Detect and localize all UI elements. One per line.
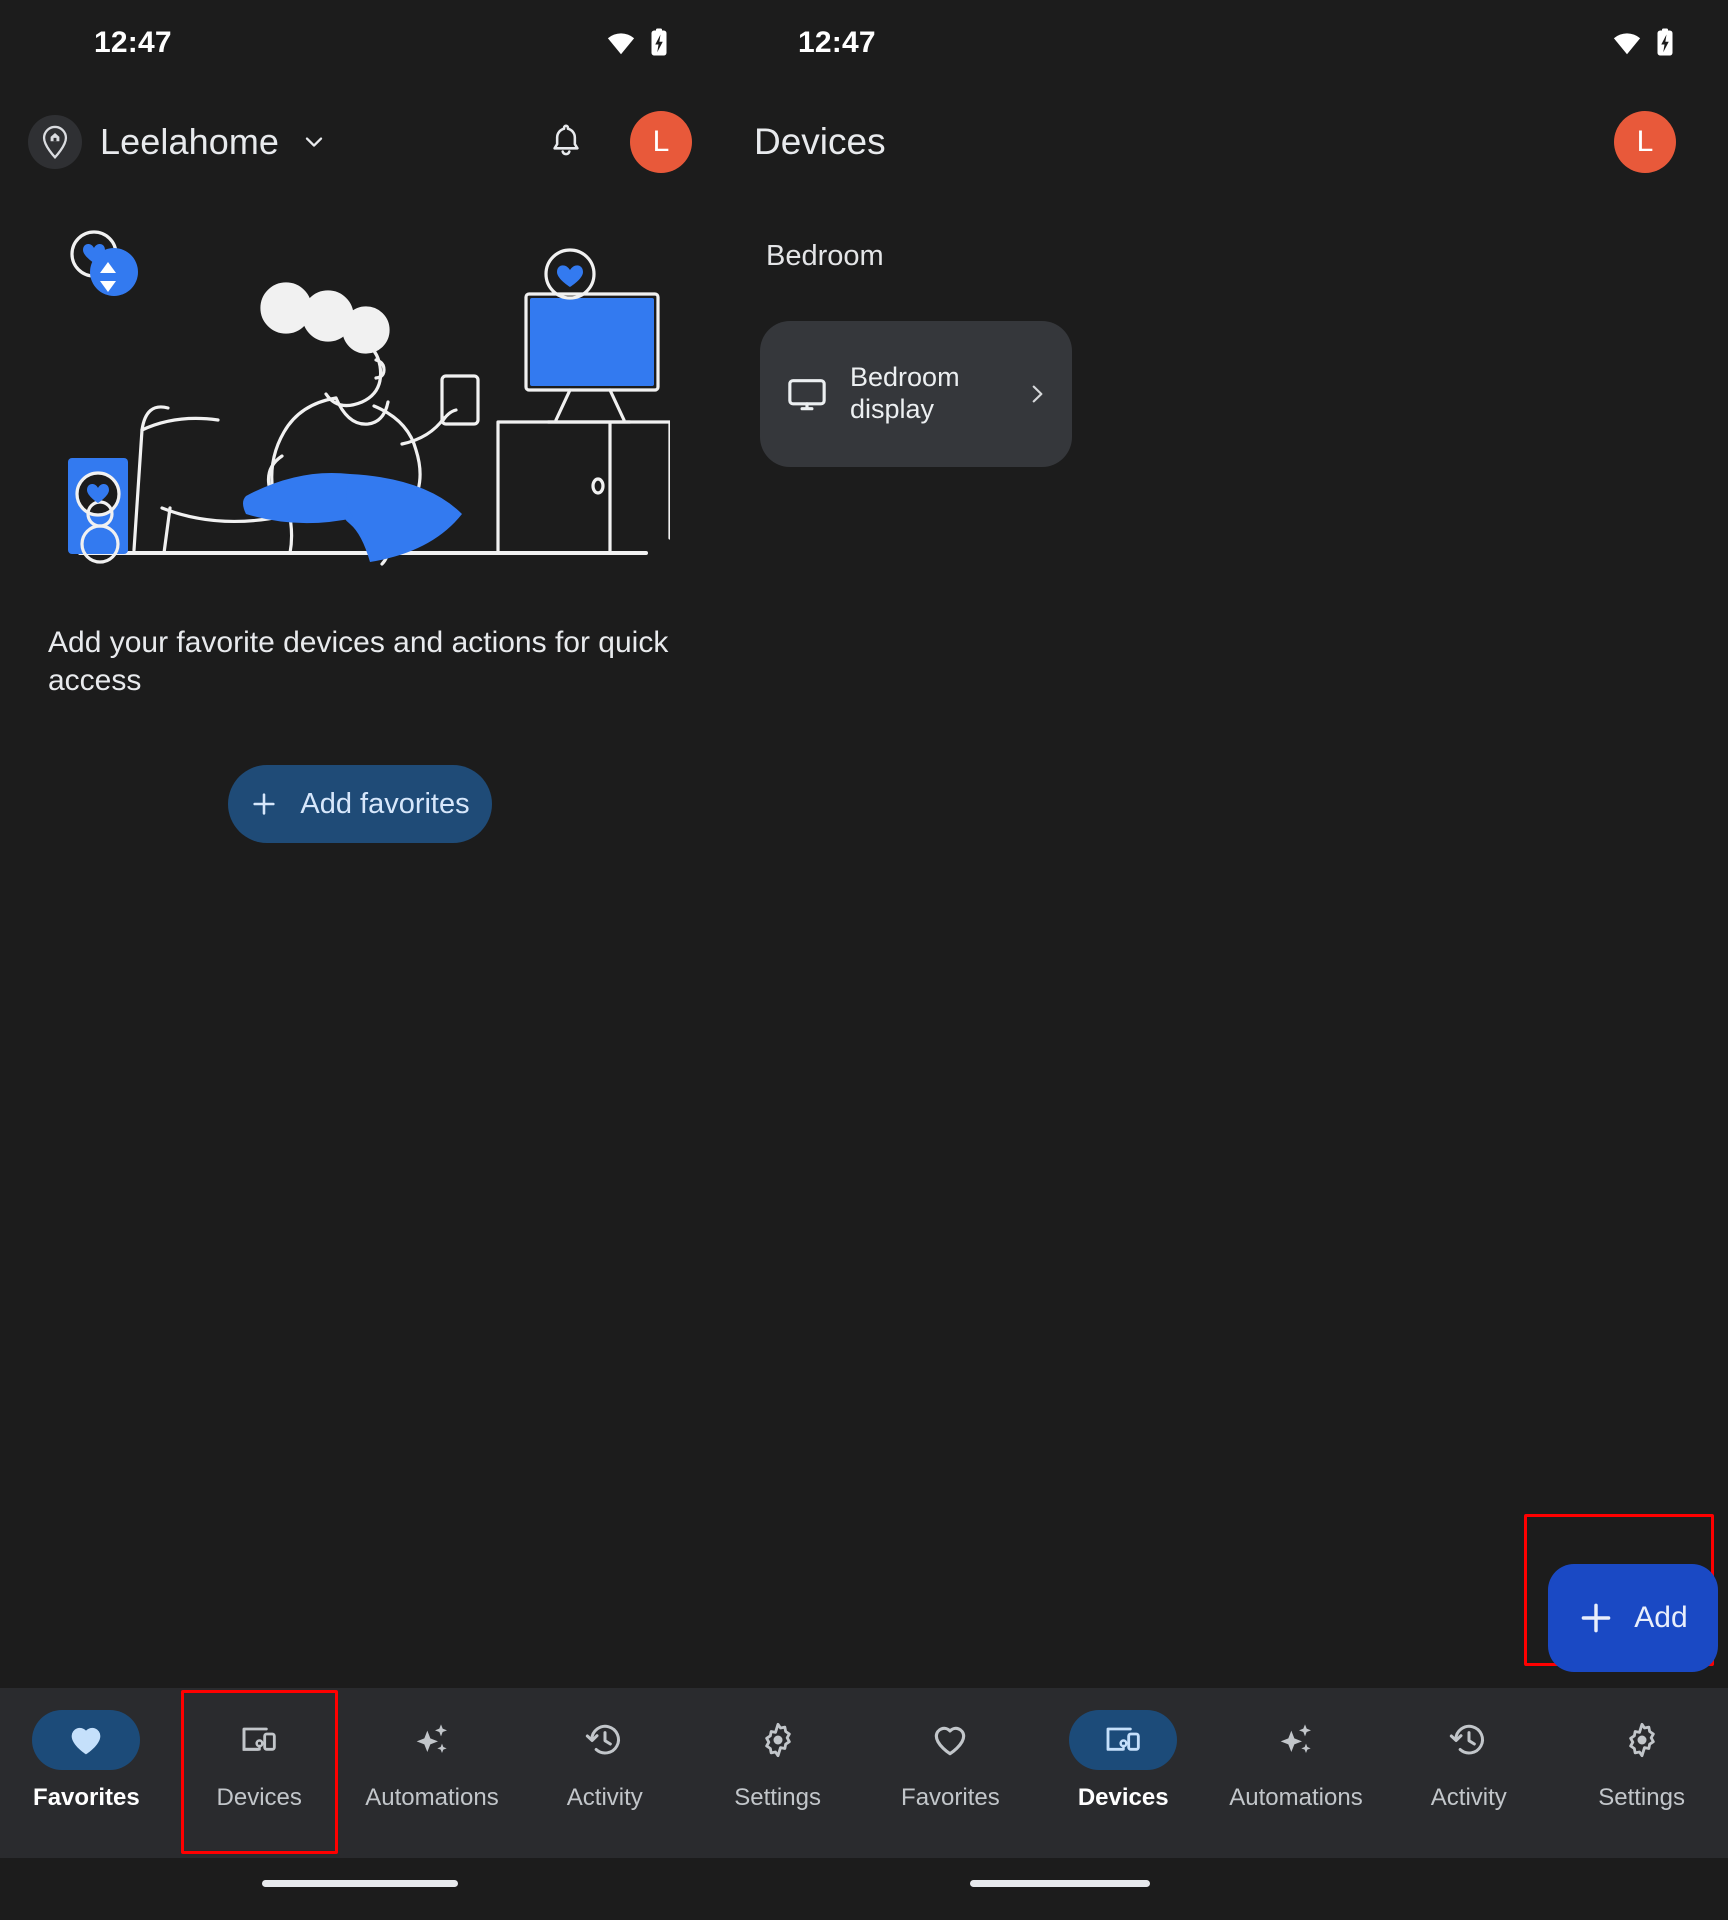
home-name-label: Leelahome bbox=[100, 121, 280, 162]
history-clock-icon bbox=[1449, 1724, 1484, 1755]
left-pane-favorites: Leelahome L Add your favorite devices an… bbox=[0, 86, 720, 1688]
avatar-initial: L bbox=[652, 125, 670, 158]
avatar[interactable]: L bbox=[1614, 111, 1676, 173]
nav-pill bbox=[205, 1710, 313, 1770]
avatar-initial: L bbox=[1636, 125, 1654, 158]
nav-label: Settings bbox=[1598, 1784, 1685, 1811]
left-app-bar: Leelahome L bbox=[0, 86, 720, 198]
nav-item-settings[interactable]: Settings bbox=[1555, 1688, 1728, 1858]
nav-item-automations[interactable]: Automations bbox=[1210, 1688, 1383, 1858]
nav-pill bbox=[378, 1710, 486, 1770]
nav-pill bbox=[896, 1710, 1004, 1770]
gesture-bar-area bbox=[0, 1858, 1728, 1920]
status-clock-right: 12:47 bbox=[798, 26, 876, 59]
add-favorites-label: Add favorites bbox=[300, 787, 470, 820]
status-clock-left: 12:47 bbox=[94, 26, 172, 59]
bottom-navigation: Favorites Devices Automations Activity S… bbox=[0, 1688, 1728, 1858]
home-selector[interactable]: Leelahome bbox=[28, 115, 327, 169]
battery-charging-icon bbox=[1657, 28, 1673, 56]
plus-icon bbox=[1581, 1603, 1611, 1633]
nav-item-favorites[interactable]: Favorites bbox=[0, 1688, 173, 1858]
nav-label: Automations bbox=[1229, 1784, 1363, 1811]
add-fab-button[interactable]: Add bbox=[1548, 1564, 1718, 1672]
nav-item-favorites[interactable]: Favorites bbox=[864, 1688, 1037, 1858]
nav-pill bbox=[724, 1710, 832, 1770]
nav-pill bbox=[1242, 1710, 1350, 1770]
add-fab-label: Add bbox=[1634, 1601, 1688, 1634]
nav-pill bbox=[32, 1710, 141, 1770]
nav-label: Automations bbox=[365, 1784, 499, 1811]
notification-bell-icon[interactable] bbox=[548, 122, 584, 162]
chevron-right-icon bbox=[1032, 385, 1043, 403]
nav-label: Favorites bbox=[901, 1784, 1000, 1811]
device-name: Bedroom display bbox=[850, 362, 960, 424]
sparkles-icon bbox=[1280, 1724, 1311, 1753]
nav-pill bbox=[1069, 1710, 1178, 1770]
chevron-down-icon[interactable] bbox=[301, 129, 327, 155]
avatar[interactable]: L bbox=[630, 111, 692, 173]
nav-pill bbox=[551, 1710, 659, 1770]
status-icons-left-pane bbox=[606, 28, 670, 58]
plus-icon bbox=[253, 793, 275, 815]
right-app-bar: Devices L bbox=[720, 86, 1728, 198]
favorites-empty-state: Add your favorite devices and actions fo… bbox=[0, 208, 720, 843]
devices-icon bbox=[242, 1727, 276, 1751]
nav-pill bbox=[1588, 1710, 1696, 1770]
wifi-icon bbox=[607, 33, 635, 55]
page-title: Devices bbox=[754, 121, 886, 162]
nav-label: Activity bbox=[566, 1784, 643, 1811]
bottom-nav-right: Favorites Devices Automations Activity S… bbox=[864, 1688, 1728, 1858]
heart-outline-icon bbox=[935, 1726, 966, 1756]
gear-icon bbox=[764, 1722, 791, 1758]
gesture-bar-right[interactable] bbox=[970, 1880, 1150, 1887]
nav-label: Devices bbox=[216, 1784, 302, 1811]
split-panes: Leelahome L Add your favorite devices an… bbox=[0, 86, 1728, 1688]
battery-charging-icon bbox=[651, 28, 667, 56]
nav-pill bbox=[1415, 1710, 1523, 1770]
nav-item-settings[interactable]: Settings bbox=[691, 1688, 864, 1858]
gesture-bar-left[interactable] bbox=[262, 1880, 458, 1887]
nav-item-activity[interactable]: Activity bbox=[1382, 1688, 1555, 1858]
device-card-bedroom-display[interactable]: Bedroom display bbox=[760, 321, 1072, 467]
add-favorites-button[interactable]: Add favorites bbox=[228, 765, 492, 843]
home-pin-icon bbox=[28, 115, 82, 169]
app-screen: 12:47 12:47 Leelahome L Add your favorit… bbox=[0, 0, 1728, 1920]
person-on-chair-with-phone-tv-speaker-illustration bbox=[68, 230, 670, 566]
nav-item-devices[interactable]: Devices bbox=[1037, 1688, 1210, 1858]
history-clock-icon bbox=[585, 1724, 620, 1755]
display-icon bbox=[788, 379, 826, 411]
heart-filled-icon bbox=[72, 1727, 101, 1755]
sparkles-icon bbox=[416, 1724, 447, 1753]
right-pane-devices: Devices L Bedroom Bedroom display Add bbox=[720, 86, 1728, 1688]
gear-icon bbox=[1628, 1722, 1655, 1758]
nav-item-devices[interactable]: Devices bbox=[173, 1688, 346, 1858]
room-heading: Bedroom bbox=[766, 240, 884, 272]
status-bar: 12:47 12:47 bbox=[0, 0, 1728, 86]
nav-label: Devices bbox=[1077, 1784, 1169, 1811]
empty-state-text: Add your favorite devices and actions fo… bbox=[48, 626, 669, 697]
status-icons-right-pane bbox=[1612, 28, 1676, 58]
nav-label: Activity bbox=[1430, 1784, 1507, 1811]
bottom-nav-left: Favorites Devices Automations Activity S… bbox=[0, 1688, 864, 1858]
wifi-icon bbox=[1613, 33, 1641, 55]
devices-icon bbox=[1106, 1727, 1140, 1751]
nav-label: Favorites bbox=[33, 1784, 140, 1811]
nav-item-automations[interactable]: Automations bbox=[346, 1688, 519, 1858]
nav-item-activity[interactable]: Activity bbox=[518, 1688, 691, 1858]
nav-label: Settings bbox=[734, 1784, 821, 1811]
